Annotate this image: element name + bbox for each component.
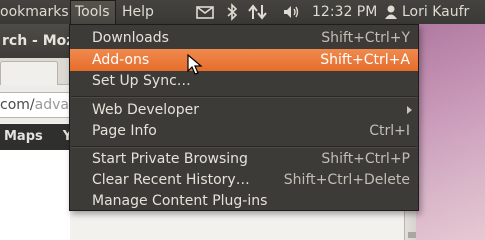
browser-tab[interactable]: [0, 61, 58, 85]
menu-item-label: Web Developer: [92, 102, 199, 118]
window-title: rch - Mozi: [0, 24, 72, 58]
url-text: com/: [0, 97, 35, 113]
menu-item-label: Clear Recent History…: [92, 172, 250, 188]
submenu-arrow-icon: [407, 106, 412, 114]
url-input[interactable]: com/adva: [0, 92, 71, 118]
bookmarks-bar: MapsYo: [0, 124, 70, 150]
menu-item-clear-history[interactable]: Clear Recent History… Shift+Ctrl+Delete: [70, 169, 418, 191]
username[interactable]: Lori Kaufr: [402, 3, 469, 21]
panel-menu-tools[interactable]: Tools: [70, 0, 116, 24]
mail-icon[interactable]: [196, 3, 214, 21]
menu-item-label: Set Up Sync…: [92, 73, 191, 89]
panel-menu-bookmarks[interactable]: ookmarks: [0, 0, 69, 24]
navigation-bar: com/adva: [0, 85, 71, 123]
menu-item-page-info[interactable]: Page Info Ctrl+I: [70, 120, 418, 142]
user-icon[interactable]: [384, 3, 398, 21]
menu-item-accel: Shift+Ctrl+P: [321, 151, 410, 167]
tools-menu: Downloads Shift+Ctrl+Y Add-ons Shift+Ctr…: [69, 24, 419, 211]
menu-separator: [71, 96, 417, 98]
bluetooth-icon[interactable]: [226, 3, 238, 21]
menu-item-private-browsing[interactable]: Start Private Browsing Shift+Ctrl+P: [70, 148, 418, 170]
menu-item-label: Add-ons: [92, 52, 150, 68]
mouse-cursor-icon: [187, 54, 203, 75]
menu-item-label: Page Info: [92, 123, 157, 139]
menu-item-set-up-sync[interactable]: Set Up Sync…: [70, 70, 418, 92]
menu-item-accel: Shift+Ctrl+Y: [321, 30, 410, 46]
network-icon[interactable]: [248, 3, 268, 21]
menu-item-accel: Shift+Ctrl+Delete: [283, 172, 410, 188]
menu-item-downloads[interactable]: Downloads Shift+Ctrl+Y: [70, 27, 418, 49]
tab-strip: [0, 58, 70, 85]
url-dim-text: adva: [34, 97, 69, 113]
menu-item-web-developer[interactable]: Web Developer: [70, 99, 418, 121]
menu-item-add-ons[interactable]: Add-ons Shift+Ctrl+A: [70, 49, 418, 71]
menu-item-label: Start Private Browsing: [92, 151, 248, 167]
top-panel: ookmarks Tools Help 12:32 PM Lori Kaufr: [0, 0, 485, 24]
volume-icon[interactable]: [282, 3, 302, 21]
panel-menu-help[interactable]: Help: [122, 0, 154, 24]
menu-item-accel: Shift+Ctrl+A: [320, 52, 410, 68]
bookmark-maps[interactable]: Maps: [4, 129, 43, 144]
menu-item-manage-plugins[interactable]: Manage Content Plug-ins: [70, 190, 418, 212]
clock[interactable]: 12:32 PM: [312, 3, 377, 21]
desktop-wallpaper: [416, 24, 485, 240]
menu-item-label: Manage Content Plug-ins: [92, 193, 268, 209]
menu-item-label: Downloads: [92, 30, 169, 46]
menu-item-accel: Ctrl+I: [369, 123, 410, 139]
page-content: [0, 150, 70, 240]
